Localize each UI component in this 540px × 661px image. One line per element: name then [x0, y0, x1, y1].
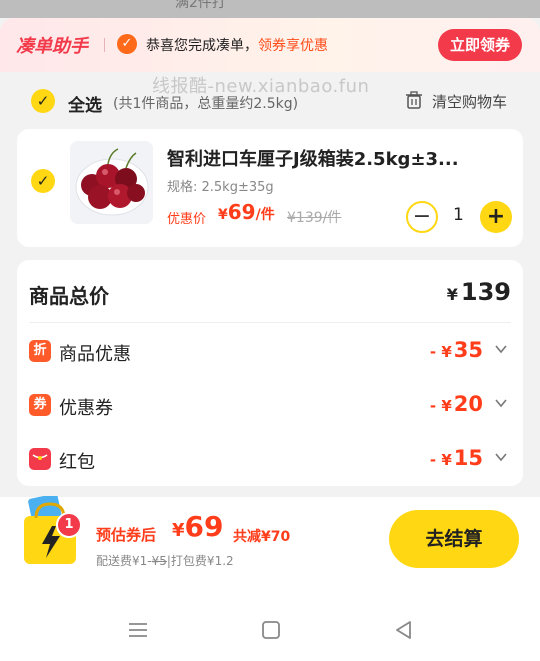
- claim-coupon-button[interactable]: 立即领券: [438, 29, 522, 61]
- product-price-label: 优惠价: [167, 212, 207, 227]
- coupon-row-sign: - ¥: [429, 397, 452, 415]
- discount-row-redpacket[interactable]: 红包 - ¥15: [29, 445, 511, 475]
- estimate-price: ¥69: [172, 510, 224, 543]
- menu-nav-icon[interactable]: [127, 619, 149, 641]
- chevron-down-icon[interactable]: [495, 451, 507, 463]
- summary-total-value: 139: [460, 278, 511, 306]
- product-price-symbol: ¥: [218, 207, 228, 223]
- select-all-label[interactable]: 全选: [68, 91, 102, 116]
- promo-banner: 凑单助手 ✓ 恭喜您完成凑单，领券享优惠 立即领券: [0, 18, 540, 72]
- product-price: ¥69/件: [218, 200, 275, 224]
- trash-icon[interactable]: [405, 91, 423, 109]
- product-price-value: 69: [227, 200, 256, 224]
- select-all-checkbox[interactable]: ✓: [31, 89, 55, 113]
- redpacket-row-value: - ¥15: [430, 446, 483, 470]
- redpacket-row-sign: - ¥: [429, 451, 452, 469]
- quantity-decrease-button[interactable]: −: [406, 201, 438, 233]
- product-price-unit: /件: [255, 207, 275, 223]
- estimate-price-value: 69: [184, 510, 224, 543]
- banner-highlight: 领券享优惠: [258, 38, 328, 54]
- coupon-row-label: 优惠券: [59, 398, 113, 419]
- fees-text: 配送费¥1-¥5|打包费¥1.2: [96, 552, 234, 569]
- summary-total: ¥139: [447, 278, 511, 306]
- status-strip: 满2件打: [0, 0, 540, 18]
- product-name[interactable]: 智利进口车厘子J级箱装2.5kg±3...: [167, 145, 512, 171]
- coupon-row-amount: 20: [453, 392, 483, 416]
- estimate-label: 预估券后: [96, 526, 157, 544]
- redpacket-row-amount: 15: [453, 446, 483, 470]
- discount-row-label: 商品优惠: [59, 344, 131, 365]
- system-nav-bar: [0, 585, 540, 661]
- fee-struck: ¥5: [151, 554, 167, 568]
- product-checkbox[interactable]: ✓: [31, 169, 55, 193]
- product-image[interactable]: [70, 141, 153, 224]
- banner-message: 恭喜您完成凑单，领券享优惠: [146, 35, 328, 55]
- product-original-price: ¥139/件: [287, 210, 342, 226]
- check-circle-icon: ✓: [117, 34, 137, 54]
- discount-row-amount: 35: [453, 338, 483, 362]
- cart-summary-text: (共1件商品，总重量约2.5kg): [113, 96, 299, 112]
- banner-brand: 凑单助手: [16, 36, 88, 57]
- discount-row-sign: - ¥: [429, 343, 452, 361]
- banner-divider: [104, 38, 105, 52]
- quantity-increase-button[interactable]: +: [480, 201, 512, 233]
- discount-row-value: - ¥35: [430, 338, 483, 362]
- back-nav-icon[interactable]: [393, 619, 415, 641]
- checkout-button[interactable]: 去结算: [389, 510, 519, 568]
- coupon-row-value: - ¥20: [430, 392, 483, 416]
- cart-count-badge: 1: [56, 512, 82, 538]
- summary-divider: [29, 322, 511, 323]
- banner-message-text: 恭喜您完成凑单，: [146, 38, 258, 54]
- discount-tag-icon: 折: [29, 340, 51, 362]
- redpacket-row-label: 红包: [59, 452, 95, 473]
- clear-cart-button[interactable]: 清空购物车: [432, 91, 507, 112]
- summary-total-symbol: ¥: [446, 285, 458, 304]
- chevron-down-icon[interactable]: [495, 397, 507, 409]
- fee-suffix: |打包费¥1.2: [166, 554, 234, 568]
- price-summary-card: 商品总价 ¥139 折 商品优惠 - ¥35 券 优惠券 - ¥20 红包 - …: [17, 260, 523, 486]
- summary-title: 商品总价: [29, 284, 109, 308]
- discount-row-coupon[interactable]: 券 优惠券 - ¥20: [29, 391, 511, 421]
- coupon-tag-icon: 券: [29, 394, 51, 416]
- chevron-down-icon[interactable]: [495, 343, 507, 355]
- quantity-value[interactable]: 1: [453, 205, 464, 225]
- partial-top-text: 满2件打: [175, 0, 226, 11]
- home-nav-icon[interactable]: [260, 619, 282, 641]
- estimate-price-symbol: ¥: [172, 520, 185, 541]
- discount-row-product[interactable]: 折 商品优惠 - ¥35: [29, 337, 511, 367]
- red-envelope-icon: [29, 448, 51, 470]
- product-spec[interactable]: 规格: 2.5kg±35g: [167, 176, 274, 195]
- product-card: ✓ 智利进口车厘子J级箱装2.5kg±3... 规格: 2.5kg±35g 优惠…: [17, 129, 523, 247]
- total-saving[interactable]: 共减¥70: [233, 526, 290, 546]
- fee-prefix: 配送费¥1-: [96, 554, 152, 568]
